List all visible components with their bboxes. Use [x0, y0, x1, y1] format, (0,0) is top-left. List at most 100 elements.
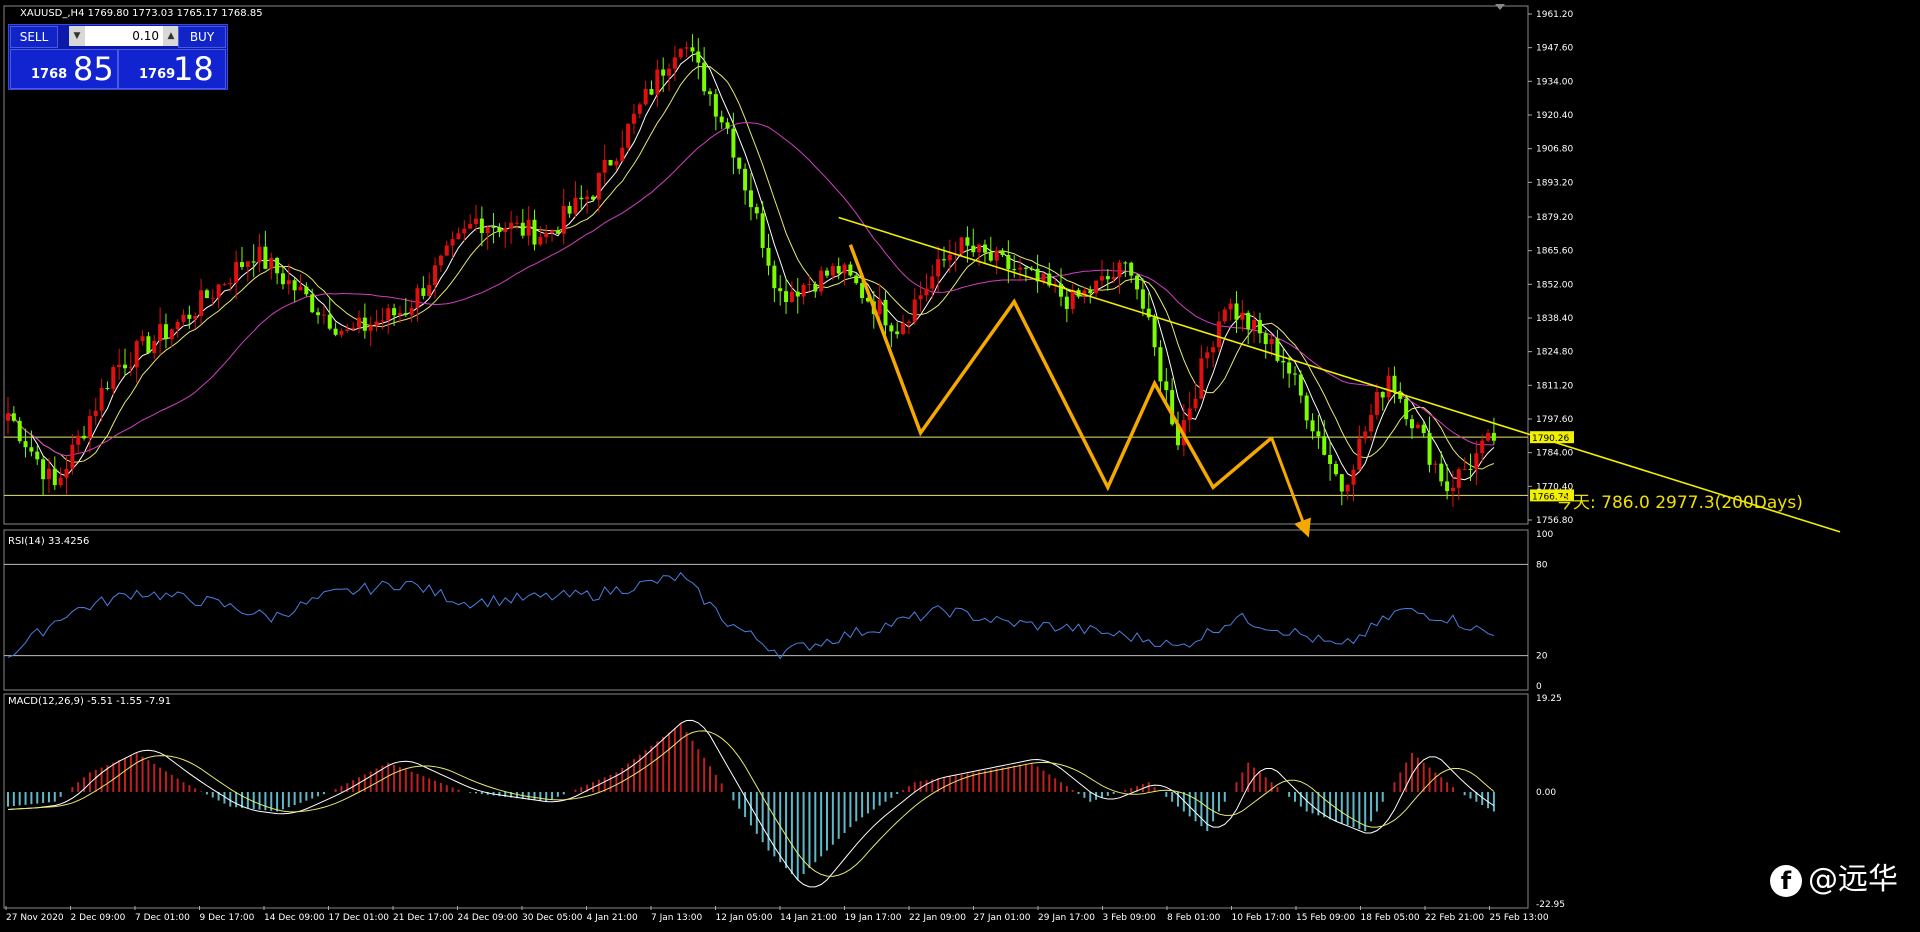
time-tick-label: 18 Feb 05:00	[1361, 913, 1420, 923]
lot-decrease-icon[interactable]: ▼	[69, 26, 85, 46]
candle-body	[234, 262, 239, 284]
candle-body	[1322, 436, 1327, 455]
candle-body	[345, 329, 350, 331]
candle-body	[152, 340, 157, 354]
time-tick-label: 22 Jan 09:00	[909, 913, 966, 923]
candle-body	[1129, 262, 1134, 276]
rsi-panel-frame	[3, 529, 1529, 691]
sell-price[interactable]: 1768 85	[10, 49, 118, 89]
candle-body	[631, 113, 636, 124]
lot-size-input[interactable]: ▼ 0.10 ▲	[69, 26, 179, 46]
candle-body	[789, 291, 794, 302]
candle-body	[64, 468, 69, 478]
candle-body	[748, 190, 753, 208]
candle-body	[374, 321, 379, 326]
candle-body	[1117, 262, 1122, 278]
candle-body	[918, 295, 923, 300]
candle-body	[725, 122, 730, 129]
candle-body	[708, 91, 712, 95]
candle-body	[321, 314, 326, 316]
candle-body	[772, 265, 777, 289]
candle-body	[228, 283, 233, 285]
candle-body	[1374, 392, 1379, 415]
candle-body	[731, 128, 736, 158]
candle-body	[392, 308, 397, 316]
macd-tick-label: 19.25	[1536, 694, 1562, 704]
candle-body	[1187, 408, 1192, 421]
candle-body	[620, 147, 625, 162]
moving-average-line	[7, 52, 1495, 481]
candle-body	[1427, 433, 1432, 465]
price-tick-label: 1811.20	[1536, 381, 1573, 391]
sell-price-big: 85	[73, 50, 114, 88]
candle-body	[1228, 303, 1233, 310]
candle-body	[1240, 312, 1245, 320]
candle-body	[912, 299, 917, 322]
time-tick-label: 19 Jan 17:00	[845, 913, 902, 923]
candle-body	[643, 89, 648, 105]
candle-body	[304, 286, 309, 295]
candle-body	[310, 294, 315, 313]
candle-body	[1386, 375, 1391, 398]
candle-body	[339, 330, 344, 335]
candle-body	[544, 232, 549, 238]
candle-body	[1310, 420, 1315, 432]
candle-body	[362, 317, 367, 331]
candle-body	[1088, 290, 1093, 294]
candle-body	[743, 168, 748, 191]
buy-button[interactable]: BUY	[178, 26, 226, 48]
one-click-trading-panel: SELL ▼ 0.10 ▲ BUY 1768 85 1769 18	[8, 24, 228, 90]
candle-body	[1123, 262, 1128, 264]
time-tick-label: 3 Feb 09:00	[1103, 913, 1157, 923]
candle-body	[462, 228, 467, 234]
candle-body	[965, 237, 970, 246]
candle-body	[1222, 309, 1227, 322]
candle-body	[1234, 303, 1239, 320]
candle-body	[433, 265, 438, 286]
rsi-label: RSI(14) 33.4256	[8, 536, 89, 547]
candle-body	[468, 223, 473, 229]
candle-body	[854, 275, 859, 284]
analysis-drawings	[838, 216, 1841, 538]
chart-title: XAUUSD_,H4 1769.80 1773.03 1765.17 1768.…	[20, 8, 263, 19]
candle-body	[579, 197, 584, 200]
candle-body	[76, 435, 81, 445]
candle-body	[1410, 419, 1414, 429]
candle-body	[6, 413, 10, 421]
forecast-arrow	[1270, 437, 1311, 538]
candle-body	[1298, 374, 1303, 396]
candle-body	[1474, 453, 1479, 470]
candle-body	[257, 246, 262, 263]
lot-increase-icon[interactable]: ▲	[163, 26, 179, 46]
candle-body	[971, 245, 976, 253]
candle-body	[889, 325, 894, 332]
candle-body	[1491, 432, 1496, 441]
candle-body	[655, 69, 660, 95]
sell-button[interactable]: SELL	[10, 26, 58, 48]
candle-body	[41, 459, 46, 480]
time-tick-label: 30 Dec 05:00	[522, 913, 583, 923]
time-tick-label: 8 Feb 01:00	[1167, 913, 1221, 923]
candle-body	[550, 230, 555, 233]
price-panel-frame	[3, 5, 1529, 525]
price-tick-label: 1824.80	[1536, 348, 1573, 358]
moving-average-line	[7, 65, 1495, 470]
scroll-marker-icon[interactable]	[1495, 4, 1505, 10]
buy-price[interactable]: 1769 18	[118, 49, 226, 89]
candle-body	[427, 285, 432, 296]
level-tag-label: 1790.26	[1532, 434, 1569, 444]
candle-body	[187, 314, 192, 319]
candle-body	[316, 312, 321, 316]
moving-averages	[7, 52, 1495, 481]
watermark-text: @远华	[1808, 862, 1898, 897]
candle-body	[146, 336, 151, 354]
candle-body	[503, 228, 508, 232]
time-tick-label: 7 Jan 13:00	[651, 913, 703, 923]
candle-body	[1059, 283, 1063, 297]
candle-body	[509, 222, 514, 229]
candle-body	[82, 435, 87, 439]
candle-body	[684, 47, 689, 49]
candle-body	[1380, 392, 1385, 398]
candle-body	[1456, 469, 1461, 488]
candle-body	[292, 280, 297, 291]
